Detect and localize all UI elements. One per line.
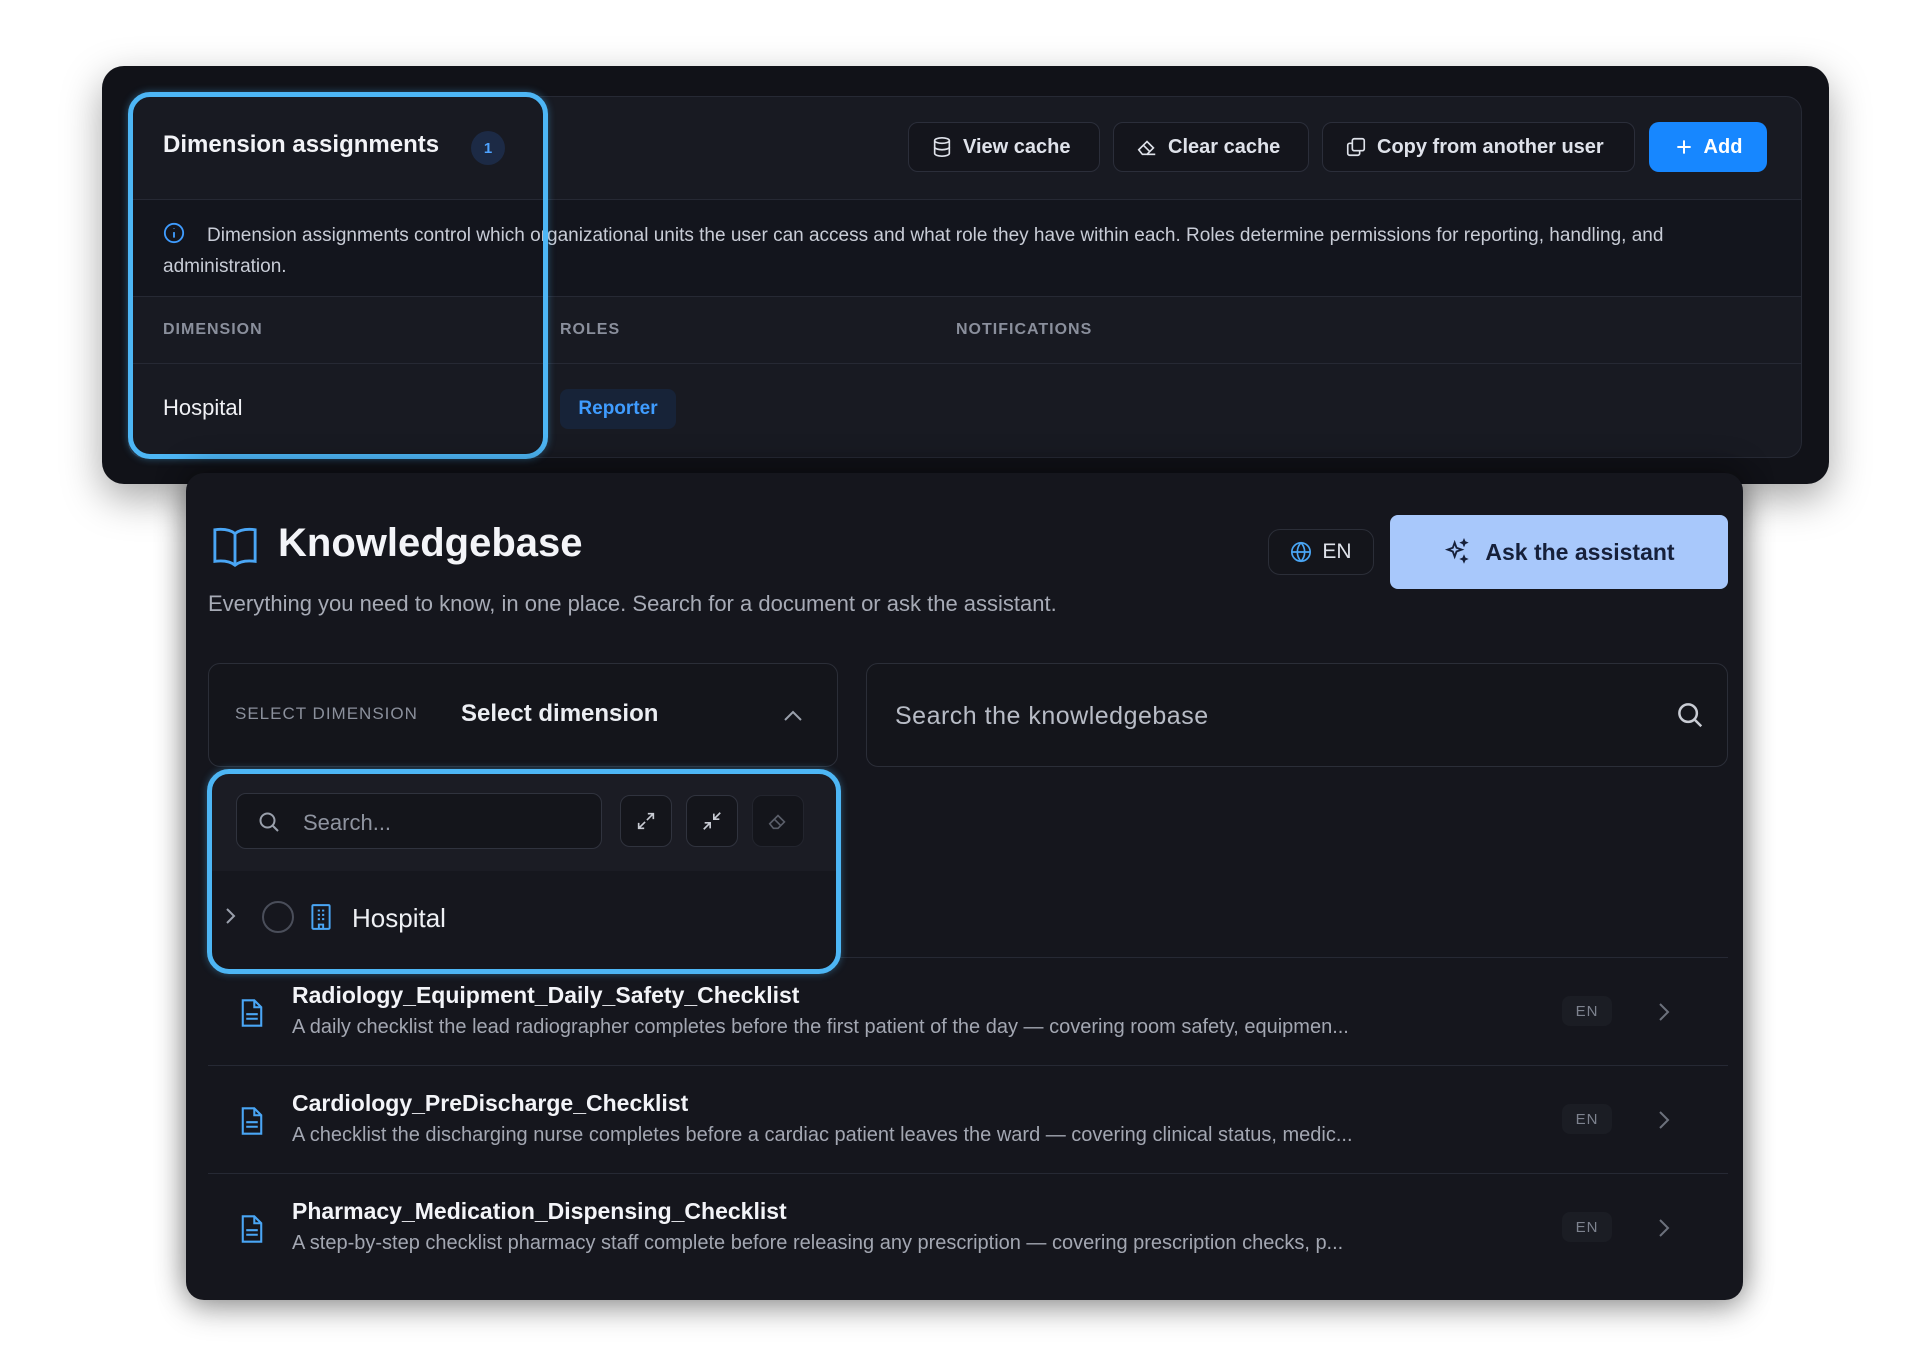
clear-cache-button[interactable]: Clear cache	[1113, 122, 1309, 172]
document-list: Radiology_Equipment_Daily_Safety_Checkli…	[208, 957, 1728, 1300]
select-dimension-label: SELECT DIMENSION	[235, 704, 418, 723]
highlight-dimension-column	[128, 92, 548, 459]
document-icon	[241, 1107, 263, 1135]
knowledgebase-search-input[interactable]: Search the knowledgebase	[866, 663, 1728, 767]
column-header-roles: ROLES	[560, 321, 621, 338]
language-label: EN	[1322, 540, 1352, 563]
add-label: Add	[1703, 135, 1743, 158]
column-header-notifications: NOTIFICATIONS	[956, 321, 1093, 338]
document-description: A daily checklist the lead radiographer …	[292, 1016, 1349, 1038]
chevron-right-icon	[1659, 1003, 1670, 1021]
ask-assistant-button[interactable]: Ask the assistant	[1390, 515, 1728, 589]
search-icon	[1678, 703, 1703, 728]
document-icon	[241, 1215, 263, 1243]
document-title: Pharmacy_Medication_Dispensing_Checklist	[292, 1198, 787, 1224]
view-cache-button[interactable]: View cache	[908, 122, 1100, 172]
chevron-right-icon	[1659, 1219, 1670, 1237]
plus-icon	[1676, 140, 1691, 154]
sparkles-icon	[1445, 538, 1470, 564]
chevron-right-icon	[1659, 1111, 1670, 1129]
document-language-badge: EN	[1562, 996, 1612, 1026]
ask-assistant-label: Ask the assistant	[1485, 538, 1675, 565]
globe-icon	[1291, 541, 1312, 563]
document-description: A step-by-step checklist pharmacy staff …	[292, 1232, 1344, 1254]
document-language-badge: EN	[1562, 1104, 1612, 1134]
eraser-icon	[1137, 140, 1156, 156]
document-row[interactable]: Cardiology_PreDischarge_Checklist A chec…	[208, 1065, 1728, 1174]
book-icon	[213, 527, 257, 568]
copy-from-user-button[interactable]: Copy from another user	[1322, 122, 1635, 172]
search-placeholder: Search the knowledgebase	[895, 702, 1209, 730]
highlight-dimension-dropdown	[207, 769, 841, 974]
document-icon	[241, 999, 263, 1027]
document-title: Radiology_Equipment_Daily_Safety_Checkli…	[292, 982, 800, 1008]
role-badge[interactable]: Reporter	[560, 389, 676, 429]
chevron-up-icon	[784, 710, 802, 721]
language-button[interactable]: EN	[1268, 529, 1374, 575]
document-language-badge: EN	[1562, 1212, 1612, 1242]
view-cache-label: View cache	[963, 135, 1071, 158]
copy-from-user-label: Copy from another user	[1377, 135, 1604, 158]
document-row[interactable]: Pharmacy_Medication_Dispensing_Checklist…	[208, 1173, 1728, 1282]
select-dimension-dropdown[interactable]: SELECT DIMENSION Select dimension	[208, 663, 838, 767]
page-title: Knowledgebase	[278, 521, 583, 565]
document-title: Cardiology_PreDischarge_Checklist	[292, 1090, 689, 1116]
database-icon	[933, 137, 951, 157]
clear-cache-label: Clear cache	[1168, 135, 1281, 158]
copy-icon	[1346, 137, 1366, 157]
document-description: A checklist the discharging nurse comple…	[292, 1124, 1353, 1146]
add-button[interactable]: Add	[1649, 122, 1767, 172]
page-subtitle: Everything you need to know, in one plac…	[208, 591, 1057, 616]
select-dimension-value: Select dimension	[461, 700, 659, 727]
